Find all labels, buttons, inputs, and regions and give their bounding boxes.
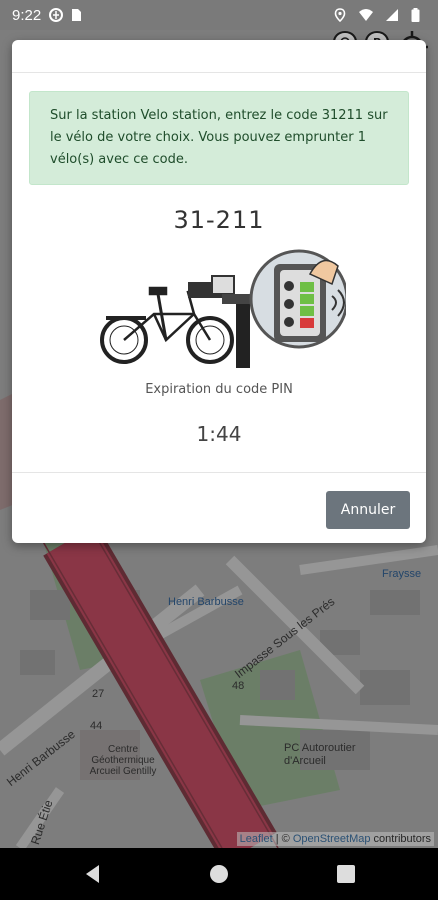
expiration-label: Expiration du code PIN — [145, 382, 293, 397]
bike-icon — [100, 286, 234, 364]
pin-code: 31-211 — [173, 206, 265, 234]
status-time: 9:22 — [12, 6, 42, 24]
cancel-button[interactable]: Annuler — [326, 491, 410, 529]
back-icon[interactable] — [81, 862, 105, 886]
status-bar: 9:22 — [0, 0, 438, 30]
location-icon — [334, 8, 346, 22]
home-icon[interactable] — [207, 862, 231, 886]
pin-code-dialog: Sur la station Velo station, entrez le c… — [12, 40, 426, 543]
battery-icon — [411, 8, 420, 22]
dialog-header — [12, 40, 426, 73]
success-alert: Sur la station Velo station, entrez le c… — [29, 91, 409, 185]
system-nav-bar — [0, 848, 438, 900]
countdown-timer: 1:44 — [196, 422, 242, 446]
signal-icon — [386, 9, 398, 21]
data-saver-icon — [49, 8, 64, 22]
wifi-icon — [359, 9, 373, 21]
keypad-icon — [249, 249, 346, 349]
dialog-footer: Annuler — [12, 472, 426, 543]
sim-icon — [72, 9, 82, 21]
bike-station-illustration — [100, 249, 346, 368]
recents-icon[interactable] — [334, 862, 358, 886]
